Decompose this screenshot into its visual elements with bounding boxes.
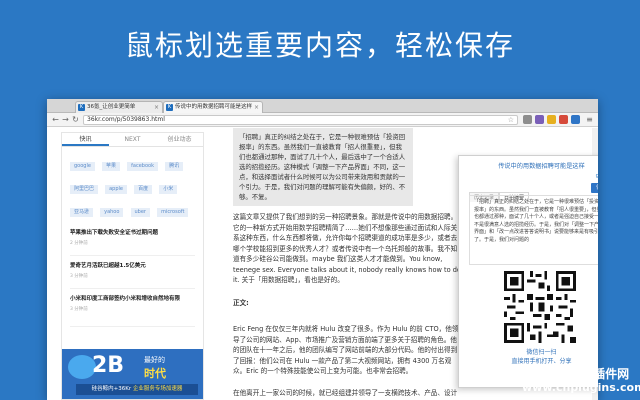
news-title: 爱奇艺月活跃已超越1.5亿美元	[70, 263, 146, 269]
tab-next[interactable]: NEXT	[109, 133, 156, 146]
sidebar-tabs: 快讯 NEXT 创业动态	[62, 133, 203, 147]
ad-bar: 硅谷鲸内+36Kr 企业服务专场加速器	[76, 384, 198, 395]
article-paragraph: 这篇文章又提供了我们想到的另一种招聘景象。那就是传说中的用数据招聘。它的一种新方…	[233, 213, 461, 284]
browser-tab-article[interactable]: K 传说中的用数据招聘可能是这样 ×	[163, 101, 263, 113]
ad-bar-prefix: 硅谷鲸内+36Kr	[91, 386, 132, 392]
extension-icon[interactable]	[535, 115, 544, 124]
tag[interactable]: facebook	[127, 162, 158, 171]
tag[interactable]: 腾讯	[165, 162, 184, 171]
bookmark-star-icon[interactable]: ☆	[508, 116, 514, 124]
article-paragraph: 在他离开上一家公司的时候，就已经组建并领导了一支横跨技术、产品、设计和运营领域的	[233, 389, 458, 400]
tab-startup-news[interactable]: 创业动态	[156, 133, 203, 146]
tag[interactable]: 阿里巴巴	[70, 185, 99, 194]
qr-code-icon	[504, 271, 576, 343]
tag[interactable]: apple	[105, 185, 127, 194]
news-title: 苹果推出下载失败安全证书过期问题	[70, 230, 159, 236]
reload-icon[interactable]: ↻	[71, 115, 80, 124]
tag[interactable]: yahoo	[100, 208, 124, 217]
tag[interactable]: 小米	[159, 185, 178, 194]
news-time: 3 分钟前	[70, 307, 88, 312]
article-body: 「招聘」真正的纠结之处在于，它是一种很难预估「投资回报率」的东西。虽然我们一直被…	[233, 128, 463, 400]
close-icon[interactable]: ×	[254, 102, 259, 113]
tag-cloud: google 苹果 facebook 腾讯 阿里巴巴 apple 百度 小米 亚…	[62, 147, 203, 223]
extension-icon[interactable]	[559, 115, 568, 124]
clip-extension-icon[interactable]	[571, 115, 580, 124]
36kr-favicon-icon: K	[78, 104, 85, 111]
sidebar: 快讯 NEXT 创业动态 google 苹果 facebook 腾讯 阿里巴巴 …	[61, 132, 204, 400]
ad-big-text: 2B	[92, 353, 125, 378]
list-item[interactable]: 爱奇艺月活跃已超越1.5亿美元 3 分钟前	[70, 256, 195, 289]
ad-bar-highlight: 企业服务专场加速器	[132, 386, 183, 392]
tab-kuaixun[interactable]: 快讯	[62, 133, 109, 146]
extension-icon[interactable]	[547, 115, 556, 124]
forward-arrow-icon[interactable]: →	[61, 115, 70, 124]
tag[interactable]: 百度	[134, 185, 153, 194]
save-button[interactable]: 保存	[591, 183, 598, 193]
tag[interactable]: uber	[130, 208, 150, 217]
popup-title: 传说中的用数据招聘可能是这样	[498, 163, 585, 170]
news-time: 2 分钟前	[70, 241, 88, 246]
close-icon[interactable]: ×	[154, 102, 159, 113]
qr-subcaption: 直接用手机打开、分享	[511, 358, 572, 365]
browser-tab-label: 36氪_让创业更简单	[87, 104, 136, 110]
watermark-title: Chrome插件网	[541, 367, 630, 381]
tag[interactable]: google	[70, 162, 95, 171]
news-title: 小米和印度工商部签约小米和增收自然地有限	[70, 296, 181, 302]
article-paragraph: Eric Feng 在仅仅三年内就将 Hulu 改变了很多。作为 Hulu 的前…	[233, 325, 459, 375]
browser-window: K 36氪_让创业更简单 × K 传说中的用数据招聘可能是这样 × ← → ↻ …	[47, 99, 598, 400]
url-text: 36kr.com/p/5039863.html	[87, 116, 165, 123]
clip-text: 「招聘」真正的纠结之处在于，它是一种很难预估「投资回报率」的东西。虽然我们一直被…	[474, 199, 598, 243]
tag[interactable]: 亚马逊	[70, 208, 94, 217]
watermark-url: www.cnplugins.com	[522, 381, 640, 394]
news-list: 苹果推出下载失败安全证书过期问题 2 分钟前 爱奇艺月活跃已超越1.5亿美元 3…	[62, 223, 203, 327]
popup-user[interactable]: guest	[596, 173, 598, 179]
browser-tab-36kr[interactable]: K 36氪_让创业更简单 ×	[75, 101, 163, 113]
page-content: 快讯 NEXT 创业动态 google 苹果 facebook 腾讯 阿里巴巴 …	[47, 128, 598, 400]
article-quote: 「招聘」真正的纠结之处在于，它是一种很难预估「投资回报率」的东西。虽然我们一直被…	[233, 128, 413, 206]
ad-banner[interactable]: 2B 最好的 时代 硅谷鲸内+36Kr 企业服务专场加速器	[62, 349, 203, 399]
popup-tabs: 历史记录 日拍摘要	[469, 184, 530, 202]
36kr-favicon-icon: K	[166, 104, 173, 111]
list-item[interactable]: 小米和印度工商部签约小米和增收自然地有限 3 分钟前	[70, 289, 195, 327]
tag[interactable]: microsoft	[157, 208, 189, 217]
news-time: 3 分钟前	[70, 274, 88, 279]
navigation-bar: ← → ↻ 36kr.com/p/5039863.html ☆ ≡	[47, 113, 598, 127]
tag[interactable]: 苹果	[102, 162, 121, 171]
clip-text-area[interactable]: 「招聘」真正的纠结之处在于，它是一种很难预估「投资回报率」的东西。虽然我们一直被…	[469, 195, 598, 265]
ad-side-text: 最好的	[144, 356, 165, 364]
clip-popup: 传说中的用数据招聘可能是这样 guest 历史记录日拍摘要 保存 「招聘」真正的…	[458, 155, 598, 388]
address-bar[interactable]: 36kr.com/p/5039863.html ☆	[83, 115, 518, 125]
list-item[interactable]: 苹果推出下载失败安全证书过期问题 2 分钟前	[70, 223, 195, 256]
menu-icon[interactable]: ≡	[585, 115, 594, 124]
article-paragraph: 正文:	[233, 299, 249, 307]
qr-caption: 微信扫一扫	[526, 349, 557, 356]
ad-side-highlight: 时代	[144, 367, 166, 380]
tab-bar: K 36氪_让创业更简单 × K 传说中的用数据招聘可能是这样 ×	[47, 99, 598, 113]
headline: 鼠标划选重要内容，轻松保存	[124, 29, 515, 62]
back-arrow-icon[interactable]: ←	[51, 115, 60, 124]
browser-tab-label: 传说中的用数据招聘可能是这样	[175, 104, 253, 110]
extension-icon[interactable]	[523, 115, 532, 124]
